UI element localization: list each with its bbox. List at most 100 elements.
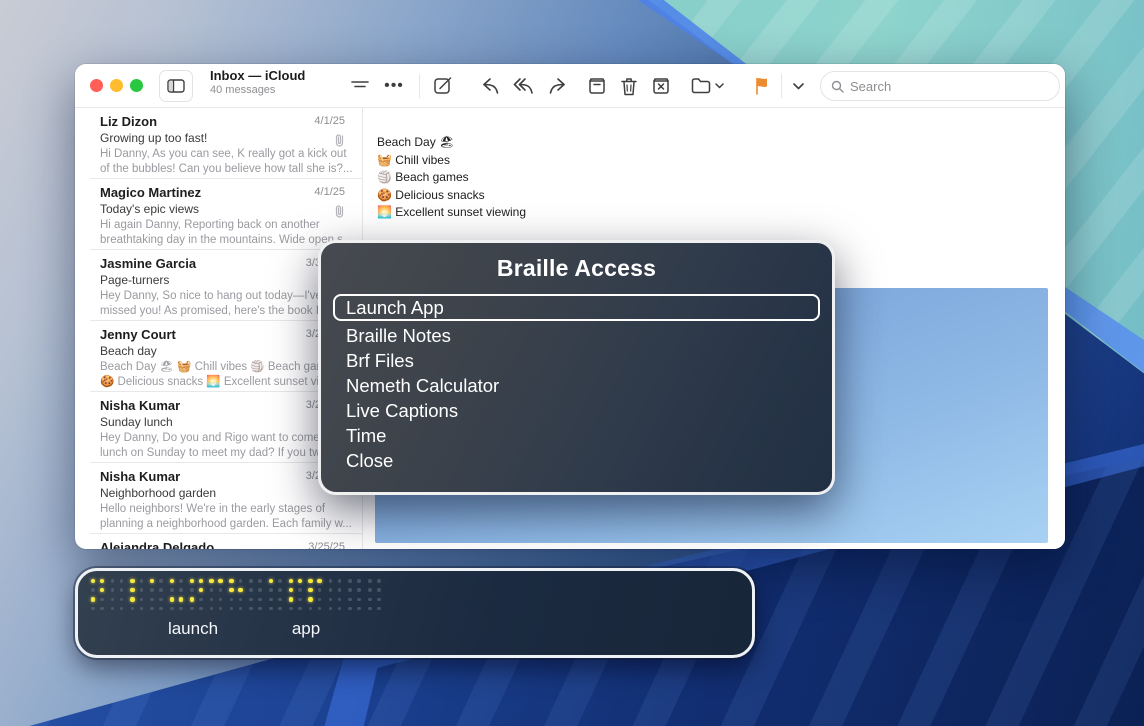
- braille-dot-3: [210, 598, 214, 602]
- braille-dot-3-raised: [308, 597, 313, 602]
- zoom-button[interactable]: [130, 79, 143, 92]
- braille-dot-6: [199, 598, 203, 602]
- braille-dot-5: [338, 588, 342, 592]
- braille-dot-4: [338, 579, 342, 583]
- braille-dot-1-raised: [229, 579, 234, 584]
- braille-cell[interactable]: [368, 579, 383, 612]
- message-row[interactable]: Magico Martinez4/1/25Today's epic viewsH…: [90, 179, 362, 250]
- braille-dot-7: [170, 607, 174, 611]
- braille-cell[interactable]: [249, 579, 264, 612]
- trash-button[interactable]: [613, 70, 645, 102]
- junk-button[interactable]: [645, 70, 677, 102]
- filter-icon: [351, 80, 369, 92]
- braille-dot-2: [269, 588, 273, 592]
- compose-button[interactable]: [427, 70, 459, 102]
- braille-dot-5: [357, 588, 361, 592]
- braille-dot-5: [179, 588, 183, 592]
- braille-dot-7: [190, 607, 194, 611]
- mail-body: Beach Day 🏖🧺 Chill vibes🏐 Beach games🍪 D…: [377, 134, 526, 222]
- braille-dot-7: [91, 607, 95, 611]
- braille-dot-8: [120, 607, 124, 611]
- archive-button[interactable]: [581, 70, 613, 102]
- paperclip-icon: [334, 204, 345, 223]
- braille-dot-1-raised: [91, 579, 96, 584]
- message-date: 4/1/25: [314, 115, 345, 127]
- braille-menu-item-braille-notes[interactable]: Braille Notes: [333, 321, 820, 346]
- desktop: Inbox — iCloud 40 messages •••: [0, 0, 1144, 726]
- braille-dot-2: [348, 588, 352, 592]
- braille-dot-6: [338, 598, 342, 602]
- braille-cell[interactable]: [210, 579, 225, 612]
- braille-dot-4-raised: [317, 579, 322, 584]
- braille-menu-item-launch-app[interactable]: Launch App: [333, 294, 820, 321]
- braille-dot-7: [111, 607, 115, 611]
- braille-menu-item-brf-files[interactable]: Brf Files: [333, 346, 820, 371]
- braille-cell[interactable]: [150, 579, 165, 612]
- braille-cell[interactable]: [91, 579, 106, 612]
- search-input[interactable]: Search: [820, 71, 1060, 101]
- braille-dot-6: [140, 598, 144, 602]
- filter-button[interactable]: [345, 70, 375, 102]
- braille-cell[interactable]: [289, 579, 304, 612]
- flag-menu-button[interactable]: [785, 70, 811, 102]
- braille-cell[interactable]: [131, 579, 146, 612]
- sidebar-icon: [167, 79, 185, 93]
- message-subject: Neighborhood garden: [100, 486, 354, 500]
- braille-dot-3: [329, 598, 333, 602]
- braille-cell[interactable]: [190, 579, 205, 612]
- flag-button[interactable]: [747, 70, 777, 102]
- braille-dot-1-raised: [289, 579, 294, 584]
- braille-dot-4: [239, 579, 243, 583]
- braille-dot-7: [249, 607, 253, 611]
- braille-dot-2: [210, 588, 214, 592]
- braille-cell[interactable]: [170, 579, 185, 612]
- message-subject: Sunday lunch: [100, 415, 354, 429]
- braille-dot-3-raised: [130, 597, 135, 602]
- braille-dot-5: [219, 588, 223, 592]
- archive-icon: [587, 77, 607, 95]
- braille-dot-1-raised: [130, 579, 135, 584]
- braille-dot-2-raised: [130, 588, 135, 593]
- braille-dot-3-raised: [170, 597, 175, 602]
- braille-access-panel: Braille Access Launch AppBraille NotesBr…: [318, 240, 835, 495]
- search-placeholder: Search: [850, 79, 891, 94]
- close-button[interactable]: [90, 79, 103, 92]
- forward-button[interactable]: [541, 70, 573, 102]
- braille-menu-item-nemeth-calculator[interactable]: Nemeth Calculator: [333, 371, 820, 396]
- message-row[interactable]: Alejandra Delgado3/25/25: [90, 534, 362, 549]
- braille-cell[interactable]: [269, 579, 284, 612]
- message-subject: Growing up too fast!: [100, 131, 354, 145]
- braille-dot-6: [100, 598, 104, 602]
- braille-dot-5: [318, 588, 322, 592]
- message-preview: Hey Danny, So nice to hang out today—I'v…: [100, 289, 354, 318]
- braille-dot-4-raised: [199, 579, 204, 584]
- braille-cell[interactable]: [230, 579, 245, 612]
- braille-cell[interactable]: [329, 579, 344, 612]
- more-button[interactable]: •••: [378, 70, 410, 102]
- braille-dot-2-raised: [308, 588, 313, 593]
- message-row[interactable]: Liz Dizon4/1/25Growing up too fast!Hi Da…: [90, 108, 362, 179]
- braille-dot-8: [377, 607, 381, 611]
- braille-cell[interactable]: [111, 579, 126, 612]
- braille-dot-8: [179, 607, 183, 611]
- braille-dot-4: [278, 579, 282, 583]
- chevron-down-icon: [793, 83, 804, 90]
- sidebar-toggle-button[interactable]: [159, 70, 193, 102]
- braille-menu-item-time[interactable]: Time: [333, 421, 820, 446]
- minimize-button[interactable]: [110, 79, 123, 92]
- toolbar-separator: [781, 74, 782, 98]
- message-count: 40 messages: [210, 84, 305, 97]
- braille-cell[interactable]: [309, 579, 324, 612]
- braille-cell[interactable]: [348, 579, 363, 612]
- folder-icon: [691, 78, 711, 94]
- braille-menu-item-close[interactable]: Close: [333, 446, 820, 471]
- braille-dot-8: [219, 607, 223, 611]
- message-preview: Beach Day 🏖 🧺 Chill vibes 🏐 Beach games …: [100, 360, 354, 389]
- move-to-folder-button[interactable]: [685, 70, 729, 102]
- reply-all-button[interactable]: [507, 70, 541, 102]
- reply-button[interactable]: [475, 70, 507, 102]
- braille-dot-3: [150, 598, 154, 602]
- braille-menu-item-live-captions[interactable]: Live Captions: [333, 396, 820, 421]
- braille-dot-7: [230, 607, 234, 611]
- email-body-line: 🏐 Beach games: [377, 169, 526, 187]
